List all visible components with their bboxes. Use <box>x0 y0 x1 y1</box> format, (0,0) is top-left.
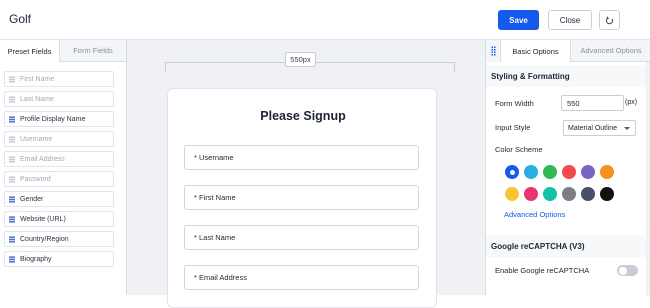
preset-field-item[interactable]: Profile Display Name <box>4 111 114 127</box>
preset-field-item[interactable]: Gender <box>4 191 114 207</box>
color-swatch[interactable] <box>524 187 538 201</box>
top-bar: Golf Save Close <box>0 0 650 40</box>
grid-drag-icon <box>9 96 15 103</box>
preset-field-label: First Name <box>20 75 55 83</box>
form-canvas: 550px Please Signup * Username * First N… <box>127 40 485 308</box>
color-scheme-label: Color Scheme <box>495 145 543 154</box>
email-address-input[interactable]: * Email Address <box>184 265 419 290</box>
grid-drag-icon <box>9 136 15 143</box>
width-label: 550px <box>285 52 316 67</box>
grid-drag-icon <box>9 176 15 183</box>
preset-field-item[interactable]: Password <box>4 171 114 187</box>
input-style-label: Input Style <box>495 123 531 132</box>
undo-icon <box>605 15 614 24</box>
input-style-value: Material Outline <box>568 124 618 132</box>
preset-field-label: Biography <box>20 255 52 263</box>
styling-section-heading: Styling & Formatting <box>486 65 646 87</box>
drag-dots-icon <box>491 46 496 56</box>
color-swatch[interactable] <box>505 165 519 179</box>
close-button[interactable]: Close <box>548 10 592 30</box>
preset-field-label: Country/Region <box>20 235 69 243</box>
preset-field-item[interactable]: Country/Region <box>4 231 114 247</box>
form-width-input[interactable]: 550 <box>561 95 624 111</box>
preset-field-item[interactable]: Last Name <box>4 91 114 107</box>
color-swatch[interactable] <box>562 187 576 201</box>
input-style-select[interactable]: Material Outline <box>563 120 636 136</box>
grid-drag-icon <box>9 156 15 163</box>
color-swatch[interactable] <box>543 165 557 179</box>
preset-field-item[interactable]: Email Address <box>4 151 114 167</box>
color-swatch[interactable] <box>581 187 595 201</box>
color-swatch[interactable] <box>562 165 576 179</box>
preset-field-label: Profile Display Name <box>20 115 86 123</box>
color-swatch[interactable] <box>581 165 595 179</box>
options-panel: Basic Options Advanced Options Styling &… <box>485 40 650 295</box>
tab-basic-options[interactable]: Basic Options <box>501 40 570 62</box>
preset-field-label: Website (URL) <box>20 215 66 223</box>
color-swatch[interactable] <box>543 187 557 201</box>
app-title: Golf <box>9 12 32 26</box>
form-title[interactable]: Please Signup <box>168 109 438 123</box>
grid-drag-icon <box>9 256 15 263</box>
grid-drag-icon <box>9 116 15 123</box>
grid-drag-icon <box>9 76 15 83</box>
color-swatch[interactable] <box>600 165 614 179</box>
last-name-input[interactable]: * Last Name <box>184 225 419 250</box>
grid-drag-icon <box>9 196 15 203</box>
tab-form-fields[interactable]: Form Fields <box>60 40 126 62</box>
toggle-knob <box>618 266 627 275</box>
reset-button[interactable] <box>599 10 620 30</box>
preset-field-label: Gender <box>20 195 44 203</box>
form-width-unit: (px) <box>625 99 638 106</box>
fields-panel: Preset Fields Form Fields First Name Last… <box>0 40 127 295</box>
recaptcha-label: Enable Google reCAPTCHA <box>495 266 590 275</box>
save-button[interactable]: Save <box>498 10 539 30</box>
form-preview: Please Signup * Username * First Name * … <box>167 88 437 308</box>
options-tabs: Basic Options Advanced Options <box>486 40 650 62</box>
drag-handle[interactable] <box>486 40 501 62</box>
fields-tabs: Preset Fields Form Fields <box>0 40 126 62</box>
preset-field-item[interactable]: Website (URL) <box>4 211 114 227</box>
preset-field-label: Last Name <box>20 95 54 103</box>
preset-field-item[interactable]: First Name <box>4 71 114 87</box>
chevron-down-icon <box>624 127 630 130</box>
advanced-options-link[interactable]: Advanced Options <box>504 210 565 219</box>
recaptcha-toggle[interactable] <box>617 265 638 276</box>
recaptcha-section-heading: Google reCAPTCHA (V3) <box>486 235 646 257</box>
color-swatch[interactable] <box>600 187 614 201</box>
preset-field-item[interactable]: Username <box>4 131 114 147</box>
grid-drag-icon <box>9 236 15 243</box>
tab-advanced-options[interactable]: Advanced Options <box>570 40 650 62</box>
preset-field-item[interactable]: Biography <box>4 251 114 267</box>
tab-preset-fields[interactable]: Preset Fields <box>0 40 60 62</box>
grid-drag-icon <box>9 216 15 223</box>
preset-field-label: Email Address <box>20 155 65 163</box>
options-scrollbar[interactable] <box>646 62 650 295</box>
username-input[interactable]: * Username <box>184 145 419 170</box>
color-swatch[interactable] <box>524 165 538 179</box>
preset-field-label: Username <box>20 135 53 143</box>
form-width-label: Form Width <box>495 99 534 108</box>
color-swatch[interactable] <box>505 187 519 201</box>
preset-field-label: Password <box>20 175 51 183</box>
first-name-input[interactable]: * First Name <box>184 185 419 210</box>
